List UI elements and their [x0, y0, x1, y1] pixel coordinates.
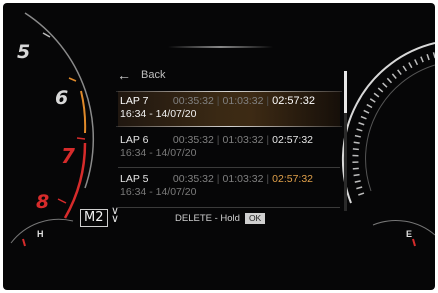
separator: | [266, 134, 270, 146]
menu-top-divider [168, 46, 273, 48]
lap-divider [118, 207, 340, 208]
lap-divider [118, 167, 340, 168]
delete-hint: DELETE - Hold OK [175, 213, 266, 224]
lap-item-5[interactable]: LAP 5 00:35:32 | 01:03:32 | 02:57:32 16:34 -… [118, 169, 340, 205]
tachometer-number-6: 6 [55, 87, 69, 109]
gear-indicator: M2 [80, 209, 108, 227]
back-arrow-icon: ← [117, 67, 131, 83]
lap-date: 16:34 - 14/07/20 [120, 108, 197, 120]
lap-total-time-best: 02:57:32 [272, 173, 314, 185]
lap-split-1: 00:35:32 [172, 95, 214, 107]
lap-date: 16:34 - 14/07/20 [120, 147, 197, 159]
delete-label: DELETE - Hold [175, 213, 240, 224]
separator: | [266, 173, 270, 185]
temp-high-label: H [37, 229, 44, 239]
lap-split-1: 00:35:32 [172, 134, 214, 146]
tachometer-number-5: 5 [17, 41, 31, 63]
double-chevron-down-icon: ∨ ∨ [111, 205, 120, 225]
lap-split-2: 01:03:32 [222, 95, 264, 107]
cluster-screen: 5 6 7 8 H E ← Back LAP 7 00:35:32 | 01:03:… [3, 3, 435, 290]
lap-split-2: 01:03:32 [222, 134, 264, 146]
lap-total-time: 02:57:32 [272, 134, 314, 146]
lap-item-7[interactable]: LAP 7 00:35:32 | 01:03:32 | 02:57:32 16:34 -… [116, 91, 342, 127]
lap-name: LAP 5 [120, 173, 149, 185]
scrollbar[interactable] [344, 71, 347, 211]
lap-name: LAP 6 [120, 134, 149, 146]
lap-item-6[interactable]: LAP 6 00:35:32 | 01:03:32 | 02:57:32 16:34 -… [118, 130, 340, 166]
fuel-empty-label: E [406, 229, 413, 239]
back-button[interactable]: ← Back [117, 67, 165, 83]
speedometer-inner-arc [365, 64, 435, 192]
speedometer-arc [341, 42, 435, 204]
tachometer-orange-arc [80, 90, 87, 134]
lap-split-2: 01:03:32 [222, 173, 264, 185]
tachometer-number-7: 7 [61, 144, 75, 168]
lap-date: 16:34 - 14/07/20 [120, 186, 197, 198]
back-label: Back [141, 69, 166, 81]
separator: | [266, 95, 270, 107]
separator: | [216, 95, 220, 107]
lap-name: LAP 7 [120, 95, 149, 107]
scroll-thumb[interactable] [344, 71, 347, 113]
separator: | [216, 134, 220, 146]
fuel-gauge-arc [372, 219, 435, 236]
separator: | [216, 173, 220, 185]
ok-button-badge[interactable]: OK [244, 213, 266, 224]
lap-total-time: 02:57:32 [272, 95, 315, 107]
tachometer-number-8: 8 [36, 191, 50, 213]
lap-split-1: 00:35:32 [172, 173, 214, 185]
